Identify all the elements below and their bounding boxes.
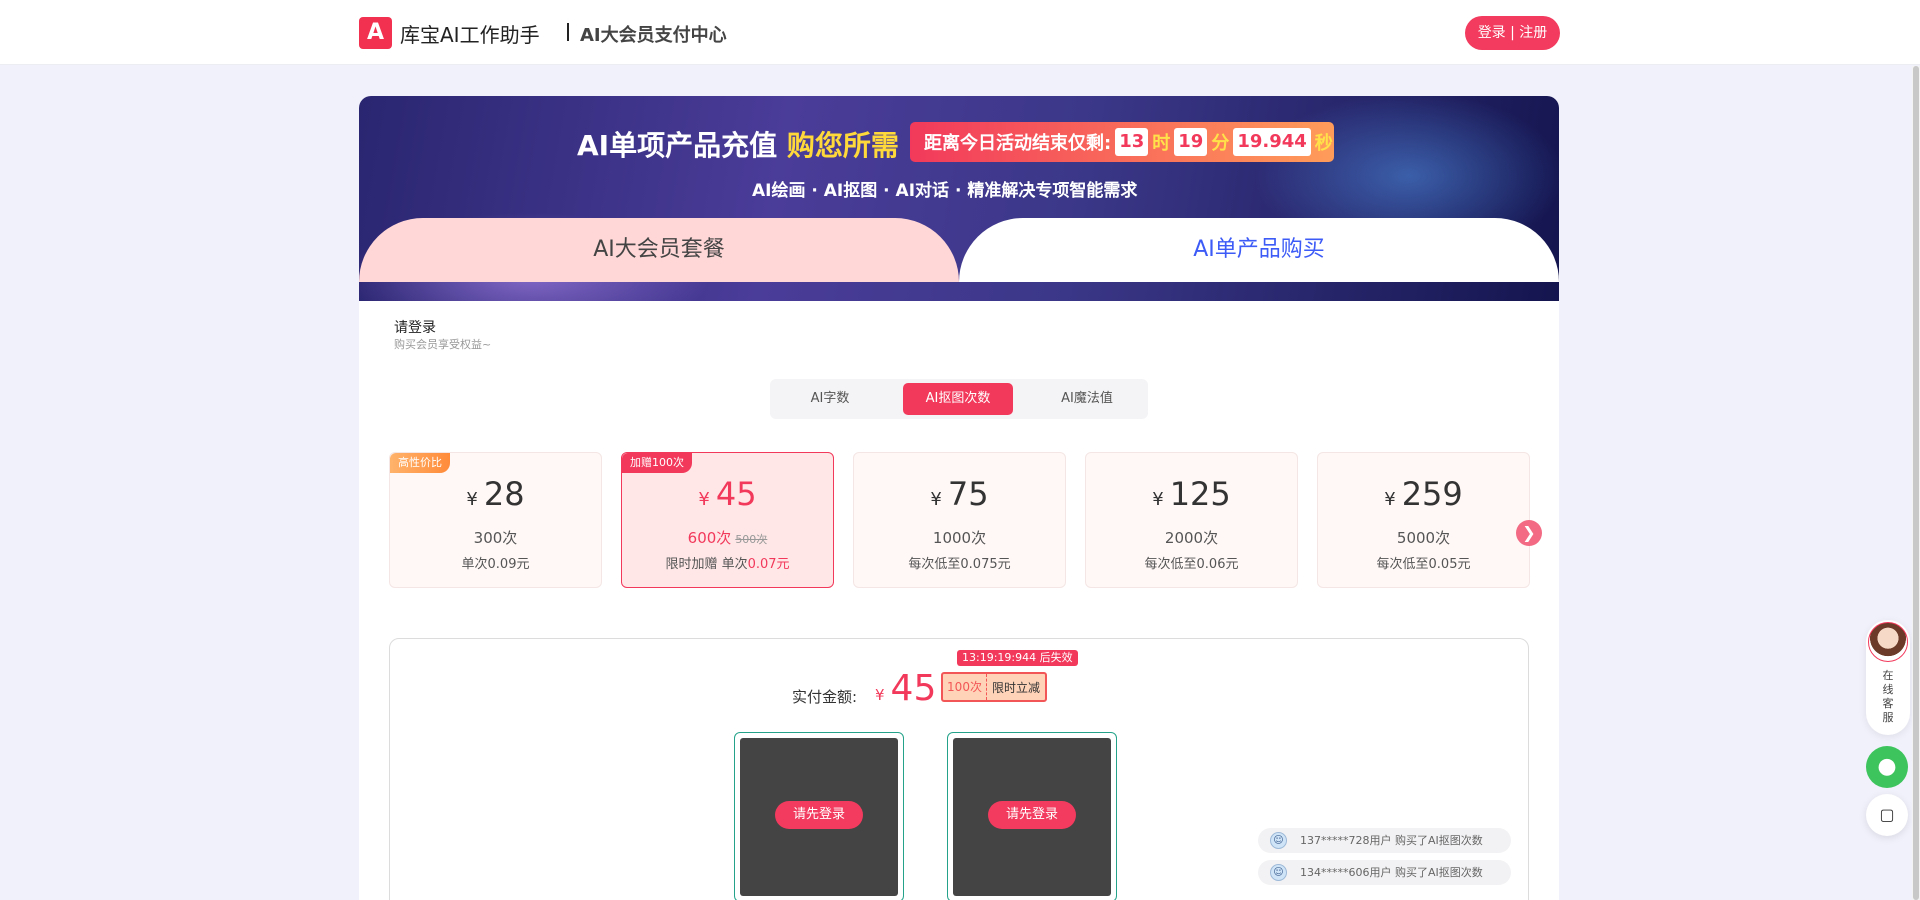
main-card: AI单项产品充值 购您所需 距离今日活动结束仅剩: 13 时 19 分 19.9… <box>359 96 1559 900</box>
card-count: 5000次 <box>1396 529 1451 547</box>
page-title: AI大会员支付中心 <box>580 25 727 46</box>
card-unit-price: 每次低至0.05元 <box>1376 557 1471 572</box>
user-avatar-icon: ☺ <box>1270 832 1287 849</box>
banner-title-highlight: 购您所需 <box>786 129 899 162</box>
card-unit-price: 限时加赠 单次0.07元 <box>622 553 833 572</box>
purchase-ticker-item: ☺ 134*****606用户 购买了AI抠图次数 <box>1258 860 1511 885</box>
login-first-button[interactable]: 请先登录 <box>988 801 1076 829</box>
countdown-seconds-unit: 秒 <box>1314 133 1333 154</box>
purchase-ticker-item: ☺ 137*****728用户 购买了AI抠图次数 <box>1258 828 1511 853</box>
currency-symbol: ¥ <box>875 686 885 704</box>
ticker-action: 购买了AI抠图次数 <box>1395 834 1483 847</box>
banner-title-plain: AI单项产品充值 <box>577 129 778 162</box>
pay-amount-label: 实付金额: <box>792 688 858 706</box>
header-divider <box>567 23 569 41</box>
price-card[interactable]: ¥75 1000次 每次低至0.075元 <box>853 452 1066 588</box>
ticker-user: 137*****728用户 <box>1300 834 1392 847</box>
scrollbar-thumb[interactable] <box>1913 66 1919 900</box>
price-value: 75 <box>947 475 989 513</box>
currency-symbol: ¥ <box>466 489 478 510</box>
banner-title: AI单项产品充值 购您所需 <box>577 124 899 164</box>
tab-single-product[interactable]: AI单产品购买 <box>959 218 1559 282</box>
card-unit-value: 0.07元 <box>747 557 790 572</box>
service-agent-avatar <box>1868 622 1908 662</box>
brand-name[interactable]: 库宝AI工作助手 <box>400 19 540 48</box>
promo-label: 限时立减 <box>991 680 1040 695</box>
subtab-ai-words[interactable]: AI字数 <box>774 383 886 415</box>
currency-symbol: ¥ <box>1384 489 1396 510</box>
countdown-hours-unit: 时 <box>1152 133 1171 154</box>
countdown-seconds: 19.944 <box>1233 128 1311 156</box>
subtab-ai-cutout[interactable]: AI抠图次数 <box>903 383 1013 415</box>
pay-amount-value: 45 <box>890 668 937 709</box>
product-subtabs: AI字数 AI抠图次数 AI魔法值 <box>770 379 1148 419</box>
card-count: 300次 <box>473 529 518 547</box>
customer-service-widget[interactable]: 在线客服 <box>1866 620 1910 735</box>
chat-bubble-icon[interactable]: ▢ <box>1866 794 1908 836</box>
card-price: ¥75 <box>854 475 1065 513</box>
card-count: 2000次 <box>1164 529 1219 547</box>
login-hint-subtitle: 购买会员享受权益~ <box>394 338 492 351</box>
promo-tag: 100次 限时立减 <box>941 672 1047 702</box>
qr-code-panel: 请先登录 <box>734 732 904 900</box>
wechat-icon[interactable]: ● <box>1866 746 1908 788</box>
countdown-timer: 距离今日活动结束仅剩: 13 时 19 分 19.944 秒 <box>910 122 1334 162</box>
card-price: ¥125 <box>1086 475 1297 513</box>
expire-tag: 13:19:19:944 后失效 <box>957 650 1078 666</box>
countdown-prefix: 距离今日活动结束仅剩: <box>924 133 1112 154</box>
top-header: A 库宝AI工作助手 AI大会员支付中心 登录 | 注册 <box>0 0 1920 65</box>
currency-symbol: ¥ <box>1152 489 1164 510</box>
card-count: 600次 500次 <box>622 527 833 548</box>
user-avatar-icon: ☺ <box>1270 864 1287 881</box>
promo-bonus: 100次 <box>943 674 987 700</box>
currency-symbol: ¥ <box>930 489 942 510</box>
card-badge: 高性价比 <box>390 453 450 473</box>
price-card-selected[interactable]: 加赠100次 ¥45 600次 500次 限时加赠 单次0.07元 <box>621 452 834 588</box>
card-unit-price: 每次低至0.06元 <box>1144 557 1239 572</box>
price-value: 45 <box>715 475 757 513</box>
ticker-action: 购买了AI抠图次数 <box>1395 866 1483 879</box>
login-hint-title[interactable]: 请登录 <box>394 317 436 337</box>
countdown-hours: 13 <box>1115 128 1149 156</box>
chevron-right-icon[interactable]: ❯ <box>1516 520 1542 546</box>
card-unit-prefix: 限时加赠 单次 <box>665 557 748 572</box>
card-price: ¥259 <box>1318 475 1529 513</box>
price-value: 125 <box>1169 475 1231 513</box>
subtab-ai-magic[interactable]: AI魔法值 <box>1030 383 1144 415</box>
card-price: ¥45 <box>622 475 833 513</box>
price-card[interactable]: ¥259 5000次 每次低至0.05元 <box>1317 452 1530 588</box>
qr-code-panel: 请先登录 <box>947 732 1117 900</box>
ticker-user: 134*****606用户 <box>1300 866 1392 879</box>
card-price: ¥28 <box>390 475 601 513</box>
card-count-value: 600次 <box>687 529 732 547</box>
pay-amount: ¥45 <box>875 668 936 709</box>
login-first-button[interactable]: 请先登录 <box>775 801 863 829</box>
page-scrollbar[interactable] <box>1912 66 1920 900</box>
card-old-count: 500次 <box>735 533 768 546</box>
price-value: 259 <box>1401 475 1463 513</box>
login-register-button[interactable]: 登录 | 注册 <box>1465 16 1560 50</box>
currency-symbol: ¥ <box>698 489 710 510</box>
brand-logo[interactable]: A <box>359 17 392 49</box>
countdown-minutes: 19 <box>1174 128 1208 156</box>
card-count: 1000次 <box>932 529 987 547</box>
card-badge: 加赠100次 <box>622 453 692 473</box>
price-value: 28 <box>483 475 525 513</box>
card-unit-price: 每次低至0.075元 <box>908 557 1011 572</box>
customer-service-label: 在线客服 <box>1882 669 1894 724</box>
card-unit-price: 单次0.09元 <box>461 557 530 572</box>
price-card[interactable]: ¥125 2000次 每次低至0.06元 <box>1085 452 1298 588</box>
banner-subtitle: AI绘画 · AI抠图 · AI对话 · 精准解决专项智能需求 <box>752 181 1138 201</box>
tab-vip-package[interactable]: AI大会员套餐 <box>359 218 959 282</box>
price-card[interactable]: 高性价比 ¥28 300次 单次0.09元 <box>389 452 602 588</box>
countdown-minutes-unit: 分 <box>1211 133 1230 154</box>
